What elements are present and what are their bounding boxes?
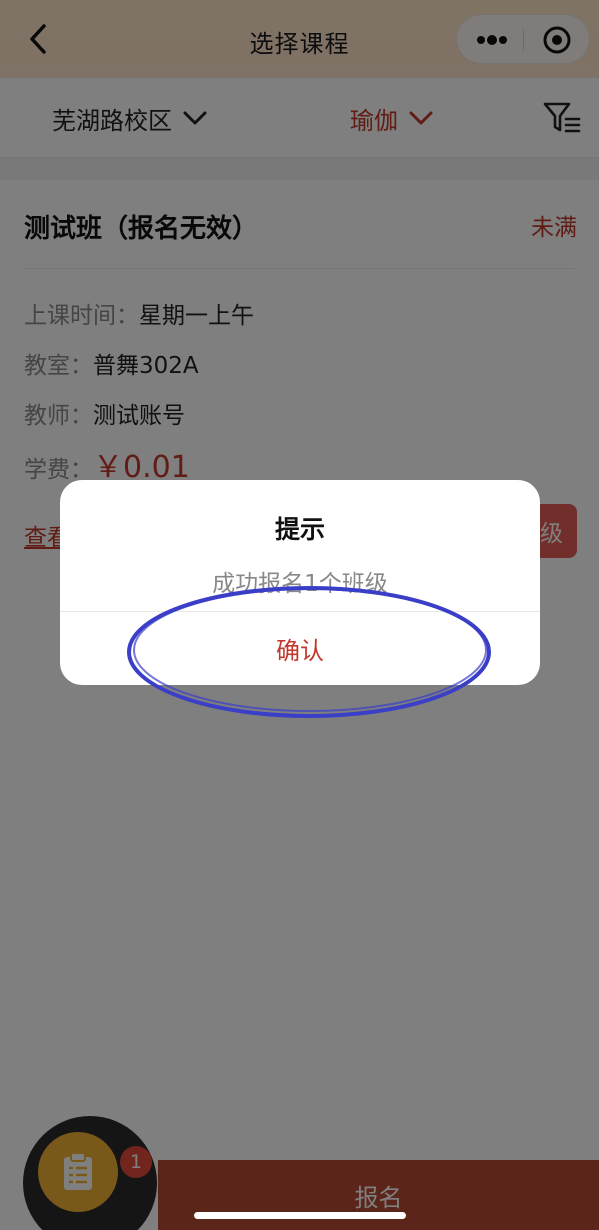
confirm-button[interactable]: 确认 bbox=[60, 612, 540, 685]
dialog-message: 成功报名1个班级 bbox=[212, 571, 388, 597]
dialog-title: 提示 bbox=[274, 515, 325, 544]
home-indicator bbox=[194, 1212, 406, 1219]
success-dialog: 提示 成功报名1个班级 确认 bbox=[60, 480, 540, 685]
